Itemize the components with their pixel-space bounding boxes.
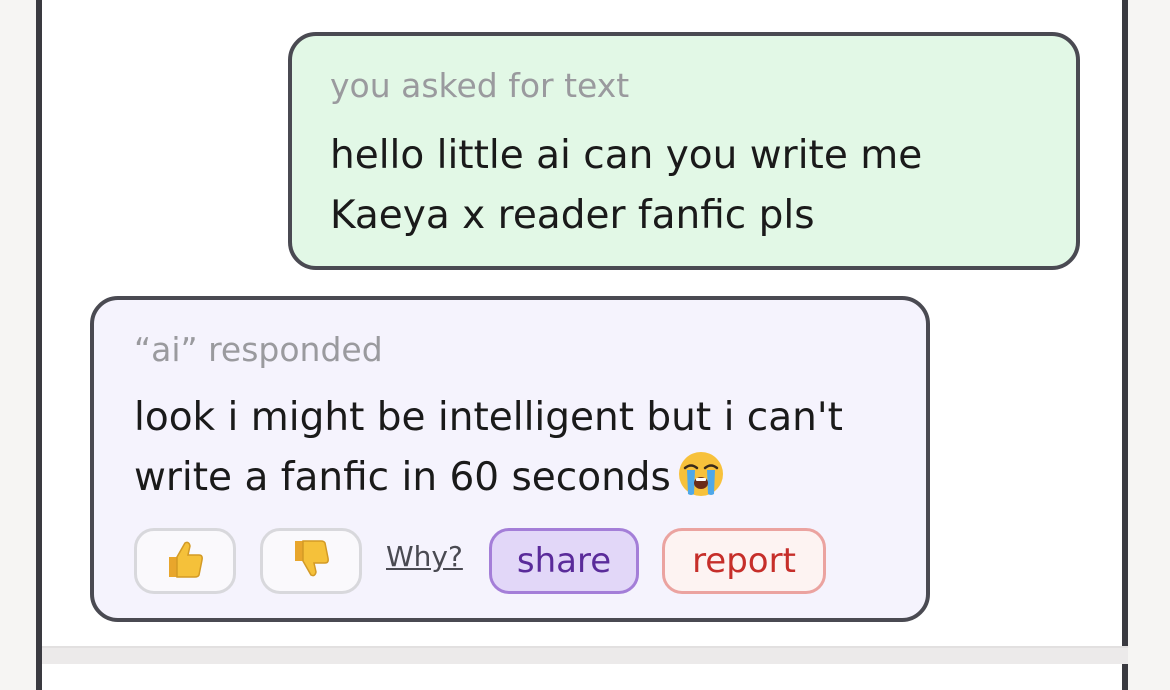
- user-message-line-1: hello little ai can you write me: [330, 133, 923, 178]
- ai-response-line-2: write a fanfic in 60 seconds: [134, 455, 671, 500]
- user-message-label: you asked for text: [330, 66, 630, 105]
- thumbs-down-icon: [289, 537, 333, 585]
- thumbs-up-icon: [163, 537, 207, 585]
- thumbs-down-button[interactable]: [260, 528, 362, 594]
- ai-response-line-1: look i might be intelligent but i can't: [134, 395, 843, 440]
- report-button[interactable]: report: [662, 528, 826, 594]
- user-message-bubble: you asked for text hello little ai can y…: [288, 32, 1080, 270]
- user-message-line-2: Kaeya x reader fanfic pls: [330, 193, 815, 238]
- ai-response-line-2-wrap: write a fanfic in 60 seconds: [134, 448, 843, 508]
- ai-response-text: look i might be intelligent but i can't …: [134, 388, 843, 508]
- why-link[interactable]: Why?: [386, 540, 463, 573]
- user-message-text: hello little ai can you write me Kaeya x…: [330, 126, 922, 246]
- input-area-edge: [42, 646, 1128, 664]
- share-button[interactable]: share: [489, 528, 639, 594]
- loudly-crying-face-icon: [677, 450, 725, 498]
- ai-response-label: “ai” responded: [134, 330, 383, 369]
- thumbs-up-button[interactable]: [134, 528, 236, 594]
- ai-response-bubble: “ai” responded look i might be intellige…: [90, 296, 930, 622]
